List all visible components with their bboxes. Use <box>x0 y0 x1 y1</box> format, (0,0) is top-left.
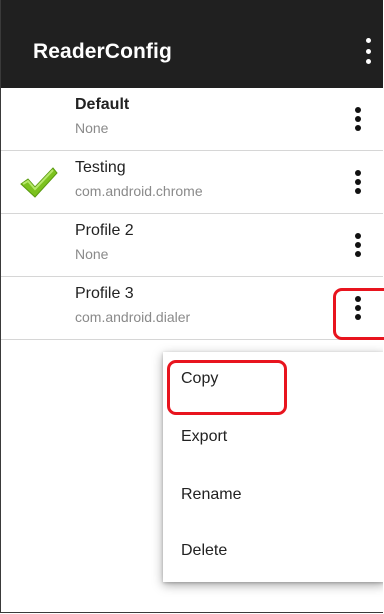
more-vert-icon <box>349 233 367 257</box>
profile-menu-button[interactable] <box>349 104 367 134</box>
more-vert-icon <box>349 170 367 194</box>
profile-menu-button[interactable] <box>349 230 367 260</box>
profile-row-profile-3[interactable]: Profile 3 com.android.dialer <box>1 277 383 340</box>
more-vert-icon <box>349 107 367 131</box>
checkmark-icon <box>20 167 58 198</box>
profile-menu-button[interactable] <box>349 167 367 197</box>
menu-item-export[interactable]: Export <box>163 410 383 466</box>
profile-name: Testing <box>75 159 126 176</box>
profile-name: Default <box>75 96 130 113</box>
app-screen: ReaderConfig Default None Testing com.an… <box>0 0 383 613</box>
menu-item-label: Delete <box>181 542 228 559</box>
profile-package: com.android.chrome <box>75 183 203 199</box>
profile-package: None <box>75 246 109 262</box>
menu-item-label: Rename <box>181 486 242 503</box>
menu-item-rename[interactable]: Rename <box>163 468 383 524</box>
profile-row-profile-2[interactable]: Profile 2 None <box>1 214 383 277</box>
menu-item-label: Export <box>181 428 228 445</box>
highlight-box <box>333 288 384 340</box>
profile-row-testing[interactable]: Testing com.android.chrome <box>1 151 383 214</box>
profile-row-default[interactable]: Default None <box>1 88 383 151</box>
highlight-box <box>167 360 287 415</box>
profile-package: com.android.dialer <box>75 309 191 325</box>
more-vert-icon[interactable] <box>361 38 375 64</box>
profile-list: Default None Testing com.android.chrome … <box>1 88 383 340</box>
profile-name: Profile 2 <box>75 222 134 239</box>
menu-item-delete[interactable]: Delete <box>163 524 383 580</box>
app-toolbar: ReaderConfig <box>1 0 383 88</box>
app-title: ReaderConfig <box>33 40 172 63</box>
profile-name: Profile 3 <box>75 285 134 302</box>
profile-package: None <box>75 120 109 136</box>
